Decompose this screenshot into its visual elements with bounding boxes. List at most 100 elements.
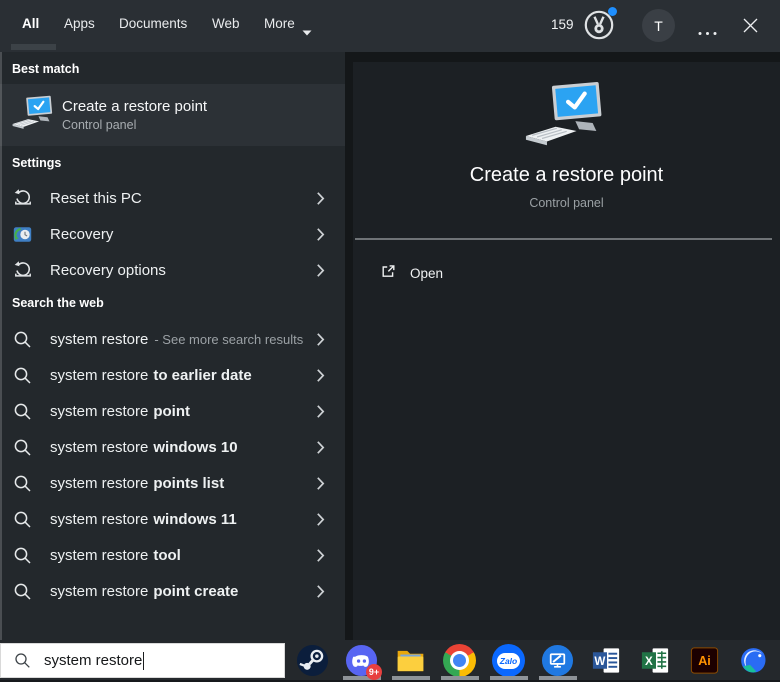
reset-pc-icon [13,260,39,280]
open-label: Open [410,265,444,281]
settings-result-recovery-options[interactable]: Recovery options [0,252,345,288]
preview-title: Create a restore point [469,164,664,186]
recovery-icon [13,225,39,244]
word-icon[interactable]: W [590,644,623,677]
word-logo-letter: W [594,655,605,668]
settings-result-recovery[interactable]: Recovery [0,216,345,252]
search-query-text: system restore [44,652,143,669]
tab-web[interactable]: Web [212,16,240,31]
notification-dot [608,7,617,16]
query-text: system restore [50,474,149,492]
query-text: system restore [50,366,149,384]
chevron-right-icon[interactable] [316,440,325,455]
open-icon [379,262,397,285]
search-icon [13,546,39,565]
web-suggestion[interactable]: system restore point create [0,573,345,609]
more-options-icon[interactable] [697,23,718,41]
running-indicator [441,676,479,680]
chevron-right-icon[interactable] [316,227,325,242]
chevron-right-icon[interactable] [316,404,325,419]
web-suggestion[interactable]: system restore windows 10 [0,429,345,465]
chevron-right-icon[interactable] [316,548,325,563]
search-icon [13,402,39,421]
result-label: Recovery options [50,261,166,279]
settings-result-reset-this-pc[interactable]: Reset this PC [0,180,345,216]
search-icon [13,510,39,529]
zalo-icon[interactable]: Zalo [492,644,525,677]
search-icon [13,438,39,457]
panel-left-edge [0,52,2,640]
web-result-primary[interactable]: system restore - See more search results [0,321,345,357]
preview-card: Create a restore point Control panel Ope… [353,62,780,640]
web-suggestion[interactable]: system restore points list [0,465,345,501]
restore-point-icon [10,94,54,137]
text-caret [143,651,145,670]
chevron-right-icon[interactable] [316,263,325,278]
best-match-title: Create a restore point [62,98,208,115]
chevron-right-icon[interactable] [316,476,325,491]
tab-apps[interactable]: Apps [64,16,95,31]
tab-documents[interactable]: Documents [119,16,187,31]
close-icon[interactable] [742,17,759,34]
search-results-panel: Best match Create a restore point Contro… [0,52,345,640]
running-indicator [490,676,528,680]
web-suggestion[interactable]: system restore windows 11 [0,501,345,537]
completion-text: windows 11 [153,510,237,528]
query-text: system restore [50,438,149,456]
search-icon [13,366,39,385]
search-icon [13,330,39,349]
chevron-right-icon[interactable] [316,332,325,347]
search-icon [15,653,30,668]
chevron-right-icon[interactable] [316,191,325,206]
discord-icon[interactable]: 9+ [345,644,382,680]
rewards-points: 159 [551,17,574,32]
query-text: system restore [50,330,149,348]
reset-pc-icon [13,188,39,208]
chevron-right-icon[interactable] [316,512,325,527]
best-match-header: Best match [12,62,80,76]
query-text: system restore [50,402,149,420]
chrome-icon[interactable] [443,644,476,677]
search-the-web-header: Search the web [12,296,104,310]
selected-tab-indicator [11,44,56,50]
chevron-right-icon[interactable] [316,584,325,599]
tab-all[interactable]: All [22,16,39,31]
query-text: system restore [50,546,149,564]
coccoc-browser-icon[interactable] [736,644,769,677]
preview-subtitle: Control panel [529,196,604,210]
account-avatar[interactable]: T [642,9,675,42]
result-label: Reset this PC [50,189,142,207]
web-suggestion[interactable]: system restore point [0,393,345,429]
search-input[interactable]: system restore [0,643,285,678]
completion-text: tool [153,546,181,564]
illustrator-icon[interactable]: Ai [688,644,721,677]
query-text: system restore [50,582,149,600]
open-action[interactable]: Open [379,258,443,288]
search-filter-bar: All Apps Documents Web More 159 T [0,0,780,52]
completion-text: to earlier date [153,366,252,384]
completion-text: point create [153,582,239,600]
completion-text: points list [153,474,225,492]
completion-text: point [153,402,191,420]
divider [355,238,772,240]
excel-logo-letter: X [645,655,653,668]
illustrator-logo-letter: Ai [698,654,711,668]
web-suggestion[interactable]: system restore to earlier date [0,357,345,393]
settings-header: Settings [12,156,62,170]
chevron-right-icon[interactable] [316,368,325,383]
file-explorer-icon[interactable] [394,644,427,677]
ultraviewer-icon[interactable] [541,644,574,677]
query-text: system restore [50,510,149,528]
discord-badge: 9+ [366,664,382,680]
steam-icon[interactable] [296,644,329,677]
chevron-down-icon[interactable] [302,23,312,41]
best-match-subtitle: Control panel [62,118,137,132]
web-suggestion[interactable]: system restore tool [0,537,345,573]
tab-more[interactable]: More [264,16,295,31]
preview-panel: Create a restore point Control panel Ope… [345,52,780,640]
best-match-result[interactable]: Create a restore point Control panel [0,84,345,146]
restore-point-icon-large [521,80,605,150]
completion-text: windows 10 [153,438,238,456]
excel-icon[interactable]: X [639,644,672,677]
search-icon [13,582,39,601]
